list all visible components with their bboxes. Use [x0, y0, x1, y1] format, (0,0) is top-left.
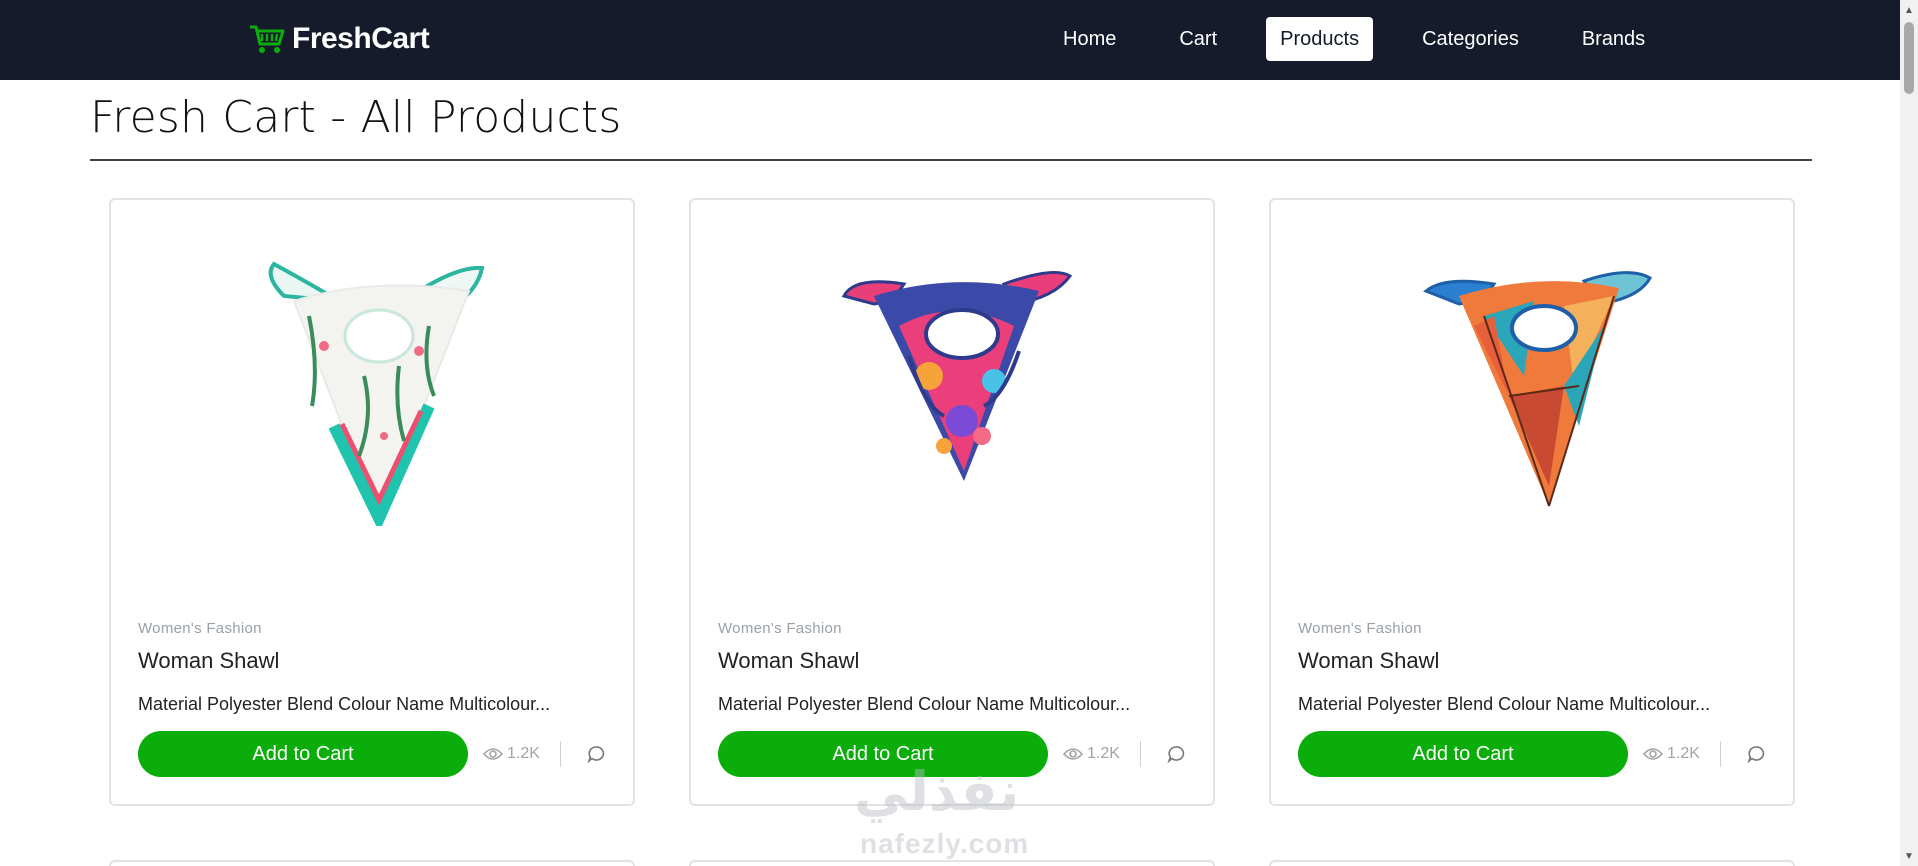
nav-link-brands[interactable]: Brands: [1568, 17, 1659, 61]
views-label: 1.2K: [1087, 745, 1120, 762]
brand-name: FreshCart: [292, 22, 430, 55]
stats-divider: [1719, 741, 1721, 767]
product-card[interactable]: Women's Fashion Woman Shawl Material Pol…: [689, 198, 1215, 806]
eye-icon: [1063, 748, 1083, 760]
eye-icon: [1643, 748, 1663, 760]
stats-divider: [559, 741, 561, 767]
product-description: Material Polyester Blend Colour Name Mul…: [138, 694, 551, 714]
nav-link-categories[interactable]: Categories: [1408, 17, 1533, 61]
add-to-cart-button[interactable]: Add to Cart: [1298, 731, 1628, 777]
views-label: 1.2K: [507, 745, 540, 762]
scarf-illustration: [841, 270, 1073, 481]
pink-blue-floral-scarf-image[interactable]: [819, 246, 1089, 536]
scrollbar-thumb[interactable]: [1904, 22, 1914, 94]
product-name[interactable]: Woman Shawl: [138, 648, 279, 674]
add-to-cart-button[interactable]: Add to Cart: [138, 731, 468, 777]
product-stats: 1.2K: [483, 741, 605, 767]
product-stats: 1.2K: [1643, 741, 1765, 767]
eye-icon: [483, 748, 503, 760]
scroll-up-arrow-icon[interactable]: ▲: [1900, 2, 1918, 18]
views-count: 1.2K: [1063, 745, 1120, 763]
product-category: Women's Fashion: [1298, 620, 1422, 637]
scarf-illustration: [1423, 271, 1653, 507]
stats-divider: [1139, 741, 1141, 767]
vertical-scrollbar[interactable]: ▲ ▼: [1900, 0, 1918, 866]
product-card[interactable]: Women's Fashion Woman Shawl Material Pol…: [1269, 198, 1795, 806]
title-divider: [90, 159, 1812, 161]
product-name[interactable]: Woman Shawl: [718, 648, 859, 674]
product-description: Material Polyester Blend Colour Name Mul…: [1298, 694, 1711, 714]
product-card[interactable]: [1269, 860, 1795, 866]
white-floral-scarf-image[interactable]: [239, 246, 509, 536]
product-description: Material Polyester Blend Colour Name Mul…: [718, 694, 1131, 714]
page-title: Fresh Cart - All Products: [90, 92, 622, 143]
nav-link-products[interactable]: Products: [1266, 17, 1374, 61]
nav-links: Home Cart Products Categories Brands: [1049, 17, 1694, 61]
orange-geometric-scarf-image[interactable]: [1399, 246, 1669, 536]
views-label: 1.2K: [1667, 745, 1700, 762]
scarf-illustration: [268, 261, 485, 526]
watermark-latin: nafezly.com: [860, 828, 1030, 859]
comment-icon[interactable]: [1747, 745, 1765, 763]
scroll-down-arrow-icon[interactable]: ▼: [1900, 848, 1918, 864]
product-category: Women's Fashion: [718, 620, 842, 637]
comment-icon[interactable]: [587, 745, 605, 763]
product-stats: 1.2K: [1063, 741, 1185, 767]
product-card[interactable]: [689, 860, 1215, 866]
comment-icon[interactable]: [1167, 745, 1185, 763]
shopping-cart-icon: [250, 25, 285, 53]
navbar: FreshCart Home Cart Products Categories …: [0, 0, 1900, 80]
product-card[interactable]: Women's Fashion Woman Shawl Material Pol…: [109, 198, 635, 806]
brand-logo[interactable]: FreshCart: [248, 20, 430, 58]
views-count: 1.2K: [1643, 745, 1700, 763]
product-card[interactable]: [109, 860, 635, 866]
product-name[interactable]: Woman Shawl: [1298, 648, 1439, 674]
views-count: 1.2K: [483, 745, 540, 763]
nav-link-home[interactable]: Home: [1049, 17, 1130, 61]
nav-link-cart[interactable]: Cart: [1165, 17, 1231, 61]
product-category: Women's Fashion: [138, 620, 262, 637]
add-to-cart-button[interactable]: Add to Cart: [718, 731, 1048, 777]
